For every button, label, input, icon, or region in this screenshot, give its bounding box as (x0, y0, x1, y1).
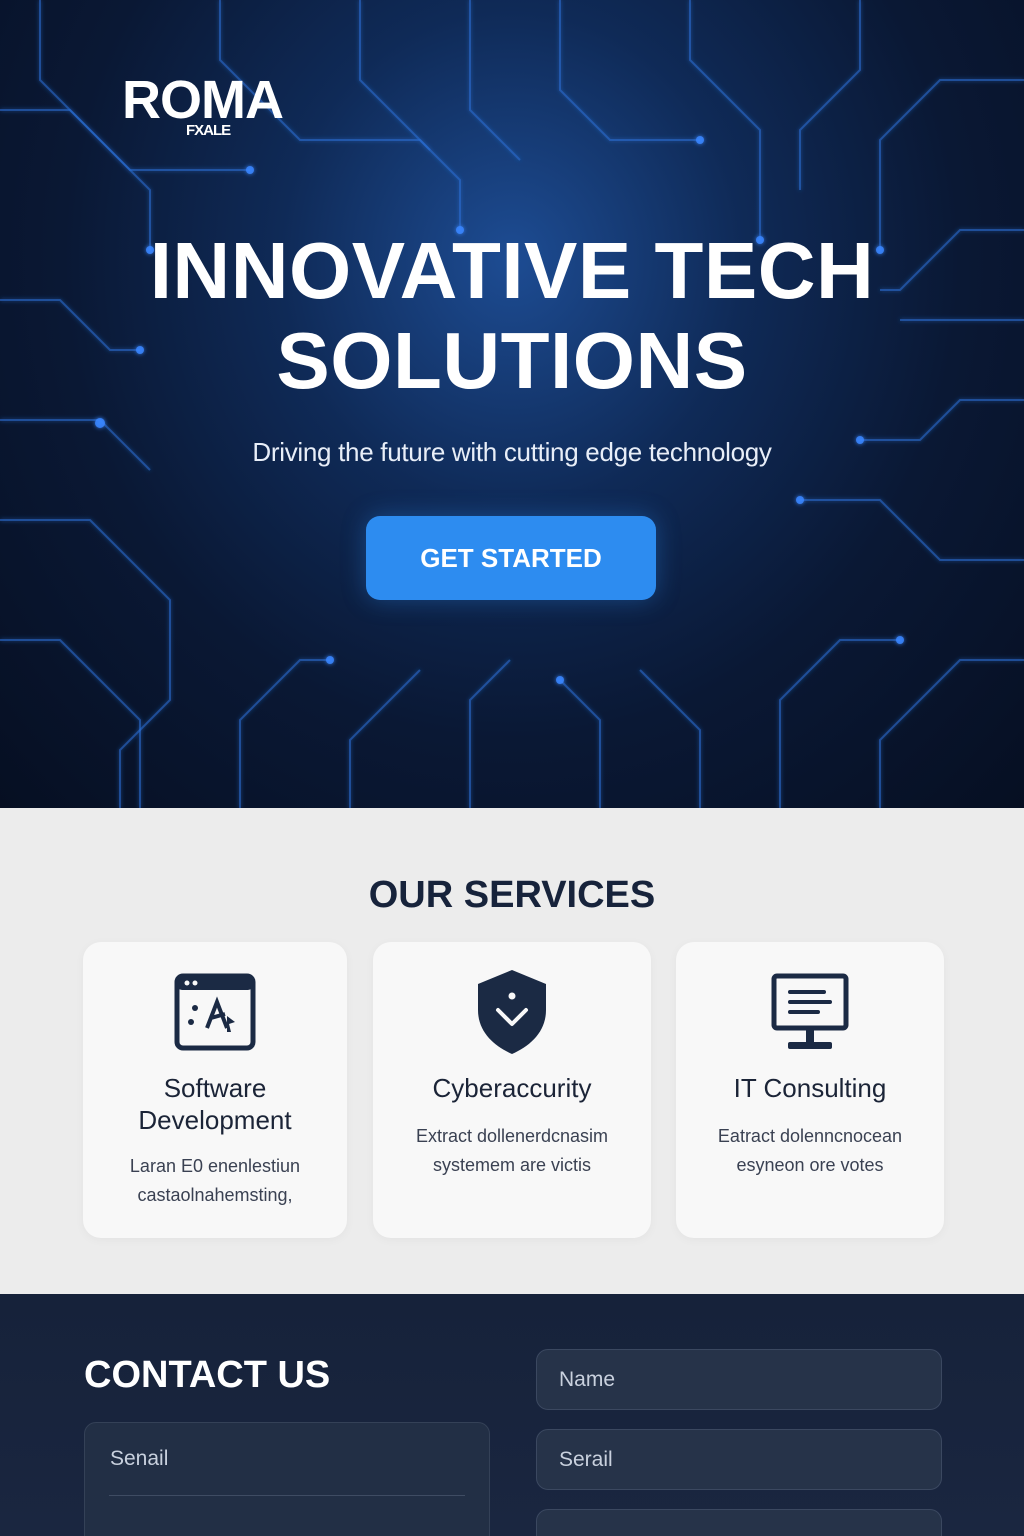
brand-logo[interactable]: ROMA FXALE (122, 70, 302, 150)
service-desc-line: Eatract dolenncnocean (717, 1126, 903, 1146)
service-desc-software: Laran E0 enenlestiun castaolnahemsting, (83, 1152, 347, 1210)
shield-icon (472, 966, 552, 1063)
service-desc-cybersecurity: Extract dollenerdcnasim systemem are vic… (373, 1122, 651, 1180)
monitor-icon (768, 970, 852, 1059)
extra-field[interactable] (536, 1509, 942, 1536)
hero-headline-line2: SOLUTIONS (276, 316, 748, 405)
message-field-divider (109, 1495, 465, 1496)
brand-tagline: FXALE (186, 122, 231, 139)
hero-headline: INNOVATIVE TECH SOLUTIONS (0, 226, 1024, 406)
hero-section: ROMA FXALE INNOVATIVE TECH SOLUTIONS Dri… (0, 0, 1024, 808)
name-field[interactable]: Name (536, 1349, 942, 1410)
service-desc-line: esyneon ore votes (736, 1155, 884, 1175)
service-title-software: Software Development (83, 1072, 347, 1136)
service-card-cybersecurity[interactable]: Cyberaccurity Extract dollenerdcnasim sy… (373, 942, 651, 1238)
service-card-it-consulting[interactable]: IT Consulting Eatract dolenncnocean esyn… (676, 942, 944, 1238)
service-desc-line: Extract dollenerdcnasim (415, 1126, 609, 1146)
message-field[interactable]: Senail (84, 1422, 490, 1536)
service-desc-it-consulting: Eatract dolenncnocean esyneon ore votes (676, 1122, 944, 1180)
hero-headline-line1: INNOVATIVE TECH (149, 226, 875, 315)
services-title: OUR SERVICES (368, 874, 656, 916)
services-section: OUR SERVICES Software Development Laran … (0, 808, 1024, 1294)
service-card-software[interactable]: Software Development Laran E0 enenlestiu… (83, 942, 347, 1238)
contact-title: CONTACT US (84, 1354, 331, 1396)
service-desc-line: castaolnahemsting, (137, 1185, 293, 1205)
email-field[interactable]: Serail (536, 1429, 942, 1490)
contact-section: CONTACT US Senail Name Serail (0, 1294, 1024, 1536)
service-title-line: Development (138, 1105, 292, 1135)
message-field-label: Senail (110, 1447, 169, 1470)
hero-subtitle: Driving the future with cutting edge tec… (252, 437, 772, 467)
service-title-it-consulting: IT Consulting (733, 1073, 887, 1103)
code-window-icon (173, 970, 257, 1059)
service-title-cybersecurity: Cyberaccurity (432, 1073, 592, 1103)
landing-page: ROMA FXALE INNOVATIVE TECH SOLUTIONS Dri… (0, 0, 1024, 1536)
service-desc-line: systemem are victis (432, 1155, 592, 1175)
brand-name: ROMA (122, 70, 284, 130)
get-started-button[interactable]: GET STARTED (366, 516, 656, 600)
service-desc-line: Laran E0 enenlestiun (129, 1156, 301, 1176)
service-title-line: Software (163, 1073, 267, 1103)
